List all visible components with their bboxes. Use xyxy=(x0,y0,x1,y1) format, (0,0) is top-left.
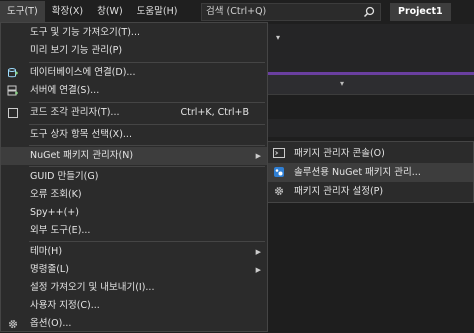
submenu-arrow-icon: ▶ xyxy=(255,152,261,160)
menu-item-nuget-package-manager[interactable]: NuGet 패키지 관리자(N) ▶ xyxy=(1,147,267,165)
menu-separator xyxy=(29,241,265,242)
database-connect-icon xyxy=(8,68,18,78)
menu-separator xyxy=(29,102,265,103)
menu-item-error-lookup[interactable]: 오류 조회(K) xyxy=(1,186,267,204)
menu-item-customize[interactable]: 사용자 지정(C)... xyxy=(1,297,267,315)
submenu-item-label: 패키지 관리자 설정(P) xyxy=(294,186,384,197)
menu-item-spy[interactable]: Spy++(+) xyxy=(1,204,267,222)
submenu-item-package-manager-console[interactable]: 패키지 관리자 콘솔(O) xyxy=(268,144,473,163)
menu-item-command-line[interactable]: 명령줄(L) ▶ xyxy=(1,261,267,279)
checkbox-icon xyxy=(8,108,18,118)
search-icon[interactable] xyxy=(363,6,375,18)
editor-current-line xyxy=(268,119,474,137)
menu-separator xyxy=(29,62,265,63)
console-icon xyxy=(273,148,285,158)
menu-item-label: 오류 조회(K) xyxy=(30,189,82,200)
menu-item-connect-database[interactable]: 데이터베이스에 연결(D)... xyxy=(1,64,267,82)
menu-tools[interactable]: 도구(T) xyxy=(0,1,45,23)
menu-item-options[interactable]: 옵션(O)... xyxy=(1,315,267,333)
menu-item-label: 코드 조각 관리자(T)... xyxy=(30,107,120,118)
menu-item-label: 설정 가져오기 및 내보내기(I)... xyxy=(30,282,155,293)
menu-item-connect-server[interactable]: 서버에 연결(S)... xyxy=(1,82,267,100)
menu-window[interactable]: 창(W) xyxy=(90,1,130,23)
project-badge[interactable]: Project1 xyxy=(390,3,451,21)
submenu-item-manage-nuget-packages[interactable]: 솔루션용 NuGet 패키지 관리... xyxy=(268,163,473,182)
menu-item-snippets-manager[interactable]: 코드 조각 관리자(T)... Ctrl+K, Ctrl+B xyxy=(1,104,267,122)
menu-item-theme[interactable]: 테마(H) ▶ xyxy=(1,243,267,261)
submenu-item-package-manager-settings[interactable]: 패키지 관리자 설정(P) xyxy=(268,182,473,201)
menu-item-label: Spy++(+) xyxy=(30,207,79,218)
menu-item-label: 외부 도구(E)... xyxy=(30,225,91,236)
menu-item-label: 미리 보기 기능 관리(P) xyxy=(30,45,123,56)
chevron-down-icon[interactable]: ▾ xyxy=(276,33,280,42)
menu-item-create-guid[interactable]: GUID 만들기(G) xyxy=(1,168,267,186)
menu-item-label: 도구 상자 항목 선택(X)... xyxy=(30,129,132,140)
menu-separator xyxy=(29,124,265,125)
menu-separator xyxy=(29,166,265,167)
server-connect-icon xyxy=(7,85,18,96)
submenu-arrow-icon: ▶ xyxy=(255,248,261,256)
menu-item-label: 명령줄(L) xyxy=(30,264,69,275)
menu-item-label: 사용자 지정(C)... xyxy=(30,300,100,311)
dropdown-arrow-icon[interactable]: ▾ xyxy=(340,75,344,93)
menu-item-label: 데이터베이스에 연결(D)... xyxy=(30,67,136,78)
shortcut-text: Ctrl+K, Ctrl+B xyxy=(180,107,249,118)
menu-item-label: 테마(H) xyxy=(30,246,63,257)
nuget-icon xyxy=(274,167,284,177)
menu-item-label: 도구 및 기능 가져오기(T)... xyxy=(30,27,140,38)
menu-item-import-export-settings[interactable]: 설정 가져오기 및 내보내기(I)... xyxy=(1,279,267,297)
search-placeholder: 검색 (Ctrl+Q) xyxy=(206,6,267,17)
menu-item-label: GUID 만들기(G) xyxy=(30,171,99,182)
toolbar-area xyxy=(268,24,474,72)
menu-item-label: NuGet 패키지 관리자(N) xyxy=(30,150,134,161)
tools-menu: 도구 및 기능 가져오기(T)... 미리 보기 기능 관리(P) 데이터베이스… xyxy=(0,22,268,332)
nuget-submenu: 패키지 관리자 콘솔(O) 솔루션용 NuGet 패키지 관리... 패키지 관… xyxy=(267,141,474,203)
menu-item-preview-features[interactable]: 미리 보기 기능 관리(P) xyxy=(1,42,267,60)
menu-help[interactable]: 도움말(H) xyxy=(130,1,185,23)
menu-separator xyxy=(29,145,265,146)
menu-extensions[interactable]: 확장(X) xyxy=(45,1,90,23)
editor-nav-bar: ▾ xyxy=(268,75,474,95)
menu-item-choose-toolbox-items[interactable]: 도구 상자 항목 선택(X)... xyxy=(1,126,267,144)
gear-icon xyxy=(274,186,284,196)
menu-item-external-tools[interactable]: 외부 도구(E)... xyxy=(1,222,267,240)
gear-icon xyxy=(8,319,18,329)
search-box[interactable]: 검색 (Ctrl+Q) xyxy=(201,3,381,21)
menu-item-label: 옵션(O)... xyxy=(30,318,72,329)
menu-item-label: 서버에 연결(S)... xyxy=(30,85,100,96)
menu-item-get-tools[interactable]: 도구 및 기능 가져오기(T)... xyxy=(1,24,267,42)
submenu-arrow-icon: ▶ xyxy=(255,266,261,274)
submenu-item-label: 솔루션용 NuGet 패키지 관리... xyxy=(294,167,421,178)
editor-area xyxy=(268,95,474,332)
submenu-item-label: 패키지 관리자 콘솔(O) xyxy=(294,148,385,159)
